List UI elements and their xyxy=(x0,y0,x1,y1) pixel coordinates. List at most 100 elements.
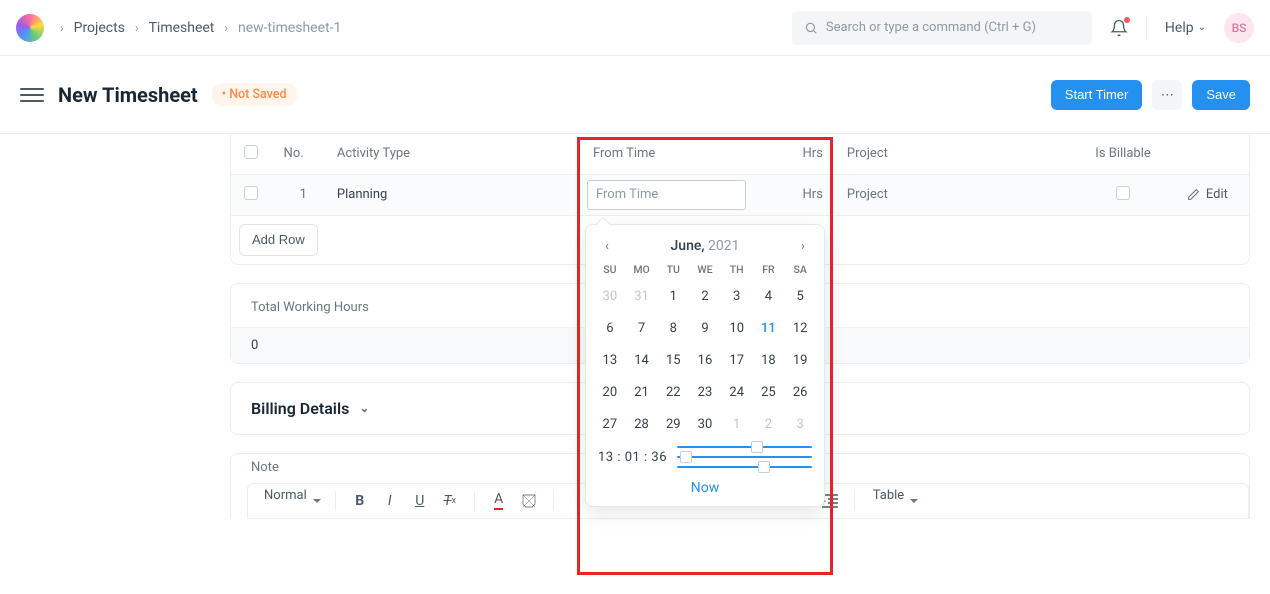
edit-row-button[interactable]: Edit xyxy=(1178,187,1237,202)
row-checkbox[interactable] xyxy=(244,186,258,200)
col-billable: Is Billable xyxy=(1080,134,1165,174)
help-menu[interactable]: Help ⌄ xyxy=(1165,20,1206,36)
breadcrumb-item[interactable]: Projects xyxy=(74,20,125,36)
help-label: Help xyxy=(1165,20,1194,36)
calendar-day[interactable]: 21 xyxy=(626,382,658,404)
calendar-day[interactable]: 16 xyxy=(689,350,721,372)
second-slider[interactable] xyxy=(677,466,812,468)
calendar-day[interactable]: 14 xyxy=(626,350,658,372)
next-month-button[interactable]: › xyxy=(792,235,814,257)
divider xyxy=(1146,16,1147,40)
chevron-right-icon: › xyxy=(224,21,228,35)
calendar-day[interactable]: 7 xyxy=(626,318,658,340)
col-from-time: From Time xyxy=(581,134,752,174)
calendar-day[interactable]: 30 xyxy=(689,414,721,436)
calendar-day[interactable]: 2 xyxy=(689,286,721,308)
calendar-day[interactable]: 3 xyxy=(721,286,753,308)
calendar-day[interactable]: 2 xyxy=(753,414,785,436)
chevron-right-icon: › xyxy=(135,21,139,35)
calendar-day[interactable]: 25 xyxy=(753,382,785,404)
calendar-day[interactable]: 15 xyxy=(657,350,689,372)
app-logo[interactable] xyxy=(16,14,44,42)
menu-toggle-button[interactable] xyxy=(20,83,44,107)
datepicker-title[interactable]: June, 2021 xyxy=(671,238,740,254)
calendar-day[interactable]: 22 xyxy=(657,382,689,404)
col-hrs: Hrs xyxy=(752,134,835,174)
search-placeholder: Search or type a command (Ctrl + G) xyxy=(826,20,1036,35)
col-no: No. xyxy=(272,134,325,174)
breadcrumb-item-current: new-timesheet-1 xyxy=(238,20,341,36)
calendar-day[interactable]: 1 xyxy=(657,286,689,308)
bold-button[interactable]: B xyxy=(346,488,374,514)
highlight-icon xyxy=(521,493,537,509)
add-row-button[interactable]: Add Row xyxy=(239,224,318,256)
select-all-checkbox[interactable] xyxy=(244,145,258,159)
calendar-day[interactable]: 30 xyxy=(594,286,626,308)
chevron-down-icon: ⌄ xyxy=(359,401,369,415)
status-badge: Not Saved xyxy=(212,83,297,106)
chevron-down-icon: ⌄ xyxy=(1198,22,1206,33)
calendar-day[interactable]: 8 xyxy=(657,318,689,340)
timesheet-table: No. Activity Type From Time Hrs Project … xyxy=(231,134,1249,216)
dow-label: FR xyxy=(753,263,785,276)
col-activity: Activity Type xyxy=(325,134,581,174)
calendar-day[interactable]: 18 xyxy=(753,350,785,372)
calendar-day[interactable]: 23 xyxy=(689,382,721,404)
calendar-day[interactable]: 29 xyxy=(657,414,689,436)
calendar-day[interactable]: 5 xyxy=(784,286,816,308)
dow-label: MO xyxy=(626,263,658,276)
notifications-button[interactable] xyxy=(1110,19,1128,37)
paragraph-style-select[interactable]: Normal xyxy=(256,488,325,514)
pencil-icon xyxy=(1187,188,1200,201)
calendar-day[interactable]: 10 xyxy=(721,318,753,340)
datepicker-popover: ‹ June, 2021 › SUMOTUWETHFRSA30311234567… xyxy=(585,224,825,507)
underline-button[interactable]: U xyxy=(406,488,434,514)
avatar[interactable]: BS xyxy=(1224,13,1254,43)
calendar-day[interactable]: 1 xyxy=(721,414,753,436)
calendar-day[interactable]: 9 xyxy=(689,318,721,340)
start-timer-button[interactable]: Start Timer xyxy=(1051,80,1143,110)
calendar-day[interactable]: 28 xyxy=(626,414,658,436)
activity-cell[interactable]: Planning xyxy=(325,174,581,215)
calendar-day[interactable]: 31 xyxy=(626,286,658,308)
now-button[interactable]: Now xyxy=(586,472,824,500)
calendar-day[interactable]: 17 xyxy=(721,350,753,372)
dow-label: TU xyxy=(657,263,689,276)
page-header: New Timesheet Not Saved Start Timer ⋯ Sa… xyxy=(0,56,1270,134)
highlight-button[interactable] xyxy=(515,488,543,514)
calendar-day[interactable]: 19 xyxy=(784,350,816,372)
from-time-input[interactable]: From Time xyxy=(587,180,746,210)
dow-label: SU xyxy=(594,263,626,276)
billable-checkbox[interactable] xyxy=(1116,186,1130,200)
hour-slider[interactable] xyxy=(677,446,812,448)
page-title: New Timesheet xyxy=(58,83,198,107)
notification-dot xyxy=(1124,17,1130,23)
italic-button[interactable]: I xyxy=(376,488,404,514)
more-actions-button[interactable]: ⋯ xyxy=(1152,80,1182,110)
calendar-day[interactable]: 11 xyxy=(753,318,785,340)
billing-heading: Billing Details xyxy=(251,399,349,418)
hrs-input[interactable]: Hrs xyxy=(752,174,835,215)
calendar-day[interactable]: 13 xyxy=(594,350,626,372)
search-icon xyxy=(804,21,818,35)
prev-month-button[interactable]: ‹ xyxy=(596,235,618,257)
calendar-day[interactable]: 3 xyxy=(784,414,816,436)
clear-format-button[interactable]: Tx xyxy=(436,488,464,514)
breadcrumb: › Projects › Timesheet › new-timesheet-1 xyxy=(60,20,341,36)
breadcrumb-item[interactable]: Timesheet xyxy=(149,20,215,36)
navbar: › Projects › Timesheet › new-timesheet-1… xyxy=(0,0,1270,56)
project-input[interactable]: Project xyxy=(835,174,1080,215)
calendar-day[interactable]: 4 xyxy=(753,286,785,308)
minute-slider[interactable] xyxy=(677,456,812,458)
calendar-day[interactable]: 12 xyxy=(784,318,816,340)
calendar-day[interactable]: 20 xyxy=(594,382,626,404)
calendar-day[interactable]: 6 xyxy=(594,318,626,340)
dow-label: WE xyxy=(689,263,721,276)
save-button[interactable]: Save xyxy=(1192,80,1250,110)
calendar-day[interactable]: 26 xyxy=(784,382,816,404)
text-color-button[interactable]: A xyxy=(485,488,513,514)
table-insert-select[interactable]: Table xyxy=(865,488,922,514)
search-input[interactable]: Search or type a command (Ctrl + G) xyxy=(792,11,1092,45)
calendar-day[interactable]: 27 xyxy=(594,414,626,436)
calendar-day[interactable]: 24 xyxy=(721,382,753,404)
